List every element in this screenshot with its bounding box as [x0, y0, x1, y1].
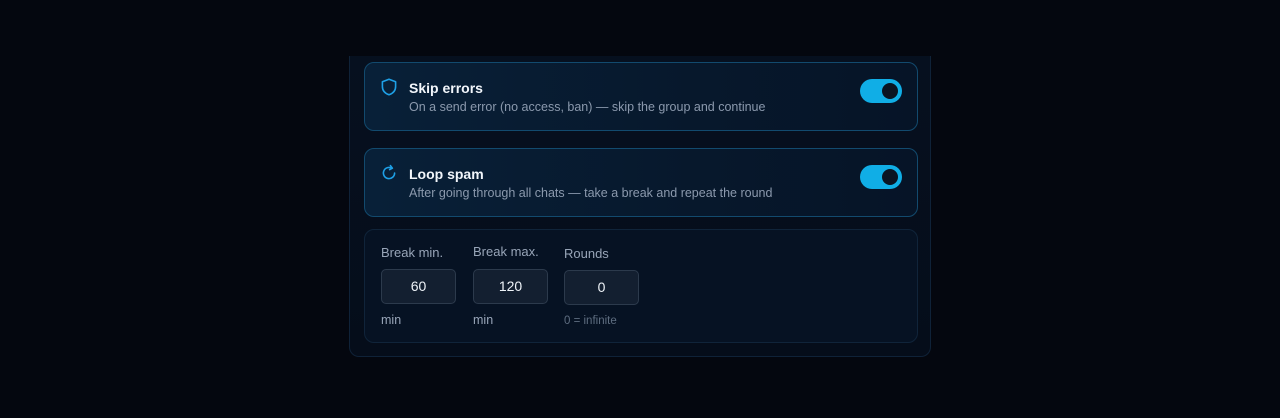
toggle-knob: [882, 83, 898, 99]
rounds-input[interactable]: 0: [564, 270, 639, 305]
rounds-label: Rounds: [564, 246, 609, 261]
loop-spam-title: Loop spam: [409, 166, 484, 182]
break-max-unit: min: [473, 313, 494, 327]
loop-spam-toggle[interactable]: [860, 165, 902, 189]
toggle-knob: [882, 169, 898, 185]
shield-icon: [379, 77, 399, 97]
break-min-label: Break min.: [381, 245, 444, 260]
skip-errors-option: Skip errors On a send error (no access, …: [364, 62, 918, 131]
skip-errors-toggle[interactable]: [860, 79, 902, 103]
break-settings-card: Break min. 60 min Break max. 120 min Rou…: [364, 229, 918, 343]
break-max-input[interactable]: 120: [473, 269, 548, 304]
loop-spam-option: Loop spam After going through all chats …: [364, 148, 918, 217]
loop-spam-description: After going through all chats — take a b…: [409, 186, 773, 200]
skip-errors-title: Skip errors: [409, 80, 483, 96]
break-max-label: Break max.: [473, 244, 539, 259]
rounds-hint: 0 = infinite: [564, 315, 617, 327]
refresh-icon: [379, 163, 399, 183]
break-min-input[interactable]: 60: [381, 269, 456, 304]
break-min-unit: min: [381, 313, 402, 327]
settings-panel: Skip errors On a send error (no access, …: [349, 56, 931, 357]
skip-errors-description: On a send error (no access, ban) — skip …: [409, 100, 766, 114]
